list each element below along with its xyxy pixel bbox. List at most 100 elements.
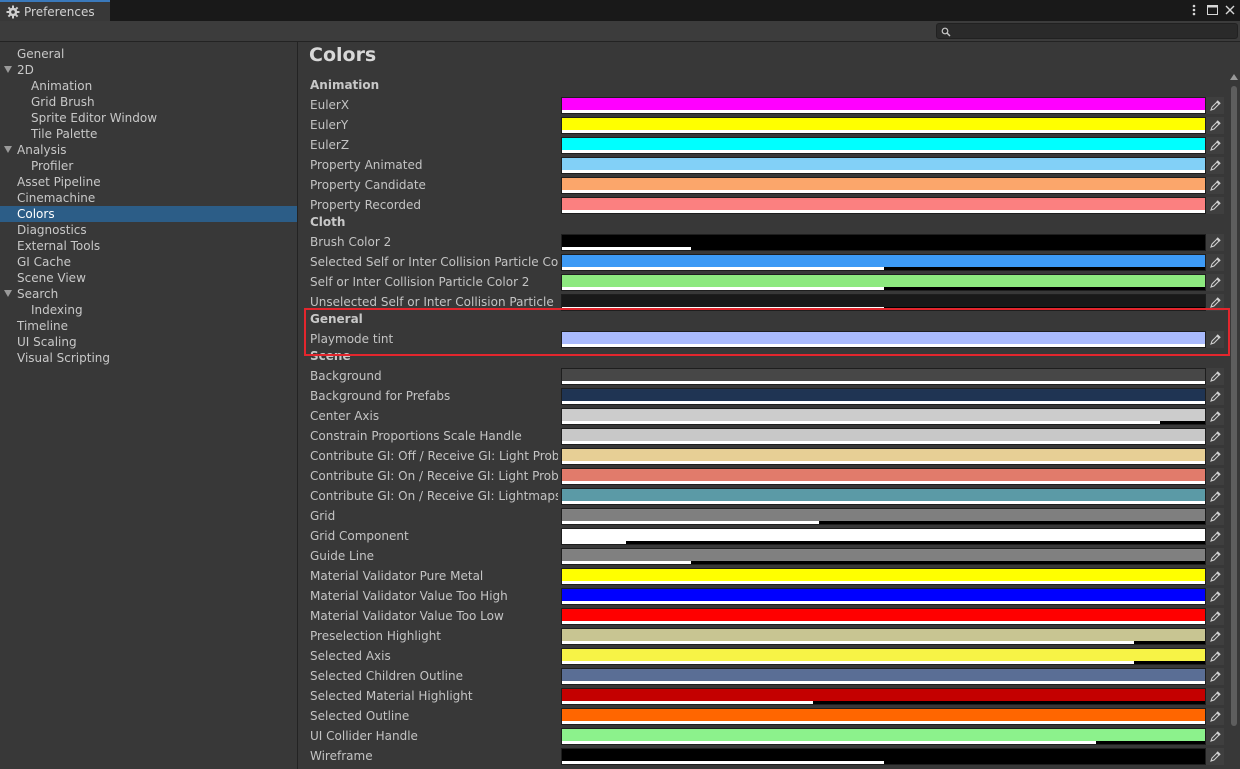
eyedropper-icon[interactable] xyxy=(1206,488,1224,505)
sidebar-item-colors[interactable]: Colors xyxy=(0,206,297,222)
color-field[interactable] xyxy=(561,197,1206,214)
color-field[interactable] xyxy=(561,428,1206,445)
eyedropper-icon[interactable] xyxy=(1206,528,1224,545)
sidebar-item-visual-scripting[interactable]: Visual Scripting xyxy=(0,350,297,366)
color-field[interactable] xyxy=(561,157,1206,174)
color-field[interactable] xyxy=(561,294,1206,311)
sidebar-item-timeline[interactable]: Timeline xyxy=(0,318,297,334)
sidebar-item-label: Scene View xyxy=(17,271,86,285)
color-setting-label: Property Animated xyxy=(310,158,423,172)
title-bar: Preferences xyxy=(0,0,1240,21)
sidebar-item-sprite-editor-window[interactable]: Sprite Editor Window xyxy=(0,110,297,126)
eyedropper-icon[interactable] xyxy=(1206,408,1224,425)
sidebar-item-analysis[interactable]: Analysis xyxy=(0,142,297,158)
eyedropper-icon[interactable] xyxy=(1206,688,1224,705)
sidebar-item-general[interactable]: General xyxy=(0,46,297,62)
eyedropper-icon[interactable] xyxy=(1206,294,1224,311)
color-field[interactable] xyxy=(561,748,1206,765)
color-field[interactable] xyxy=(561,588,1206,605)
sidebar-item-label: Profiler xyxy=(31,159,74,173)
sidebar-item-grid-brush[interactable]: Grid Brush xyxy=(0,94,297,110)
scrollbar-thumb[interactable] xyxy=(1231,86,1237,726)
color-field[interactable] xyxy=(561,137,1206,154)
eyedropper-icon[interactable] xyxy=(1206,388,1224,405)
color-field[interactable] xyxy=(561,177,1206,194)
sidebar-item-tile-palette[interactable]: Tile Palette xyxy=(0,126,297,142)
color-field[interactable] xyxy=(561,331,1206,348)
close-icon[interactable] xyxy=(1224,2,1236,18)
vertical-scrollbar[interactable] xyxy=(1229,72,1239,769)
scroll-up-arrow-icon[interactable] xyxy=(1230,74,1238,80)
eyedropper-icon[interactable] xyxy=(1206,588,1224,605)
color-field[interactable] xyxy=(561,548,1206,565)
eyedropper-icon[interactable] xyxy=(1206,254,1224,271)
sidebar-item-search[interactable]: Search xyxy=(0,286,297,302)
color-field[interactable] xyxy=(561,628,1206,645)
eyedropper-icon[interactable] xyxy=(1206,508,1224,525)
color-field[interactable] xyxy=(561,608,1206,625)
eyedropper-icon[interactable] xyxy=(1206,468,1224,485)
eyedropper-icon[interactable] xyxy=(1206,197,1224,214)
color-field[interactable] xyxy=(561,274,1206,291)
color-field[interactable] xyxy=(561,234,1206,251)
color-field[interactable] xyxy=(561,254,1206,271)
color-field[interactable] xyxy=(561,448,1206,465)
expand-arrow-icon[interactable] xyxy=(4,66,12,73)
expand-arrow-icon[interactable] xyxy=(4,290,12,297)
color-field[interactable] xyxy=(561,368,1206,385)
sidebar-item-diagnostics[interactable]: Diagnostics xyxy=(0,222,297,238)
sidebar-item-scene-view[interactable]: Scene View xyxy=(0,270,297,286)
maximize-icon[interactable] xyxy=(1206,2,1218,18)
eyedropper-icon[interactable] xyxy=(1206,748,1224,765)
more-options-icon[interactable] xyxy=(1188,2,1200,18)
eyedropper-icon[interactable] xyxy=(1206,708,1224,725)
eyedropper-icon[interactable] xyxy=(1206,608,1224,625)
eyedropper-icon[interactable] xyxy=(1206,137,1224,154)
sidebar-item-gi-cache[interactable]: GI Cache xyxy=(0,254,297,270)
eyedropper-icon[interactable] xyxy=(1206,274,1224,291)
color-swatch xyxy=(562,729,1205,741)
eyedropper-icon[interactable] xyxy=(1206,628,1224,645)
sidebar-item-external-tools[interactable]: External Tools xyxy=(0,238,297,254)
color-field[interactable] xyxy=(561,97,1206,114)
color-field[interactable] xyxy=(561,528,1206,545)
window-tab[interactable]: Preferences xyxy=(0,0,110,21)
eyedropper-icon[interactable] xyxy=(1206,368,1224,385)
color-field[interactable] xyxy=(561,688,1206,705)
sidebar-item-animation[interactable]: Animation xyxy=(0,78,297,94)
color-field[interactable] xyxy=(561,508,1206,525)
eyedropper-icon[interactable] xyxy=(1206,568,1224,585)
color-field[interactable] xyxy=(561,668,1206,685)
sidebar-item-profiler[interactable]: Profiler xyxy=(0,158,297,174)
eyedropper-icon[interactable] xyxy=(1206,234,1224,251)
sidebar-item-2d[interactable]: 2D xyxy=(0,62,297,78)
color-field[interactable] xyxy=(561,388,1206,405)
sidebar-item-cinemachine[interactable]: Cinemachine xyxy=(0,190,297,206)
eyedropper-icon[interactable] xyxy=(1206,157,1224,174)
search-input[interactable] xyxy=(953,24,1233,38)
sidebar-item-indexing[interactable]: Indexing xyxy=(0,302,297,318)
sidebar-item-asset-pipeline[interactable]: Asset Pipeline xyxy=(0,174,297,190)
color-field[interactable] xyxy=(561,468,1206,485)
eyedropper-icon[interactable] xyxy=(1206,448,1224,465)
color-field[interactable] xyxy=(561,117,1206,134)
color-setting-row: Grid Component xyxy=(299,528,1224,546)
search-box[interactable] xyxy=(936,23,1238,39)
color-field[interactable] xyxy=(561,408,1206,425)
eyedropper-icon[interactable] xyxy=(1206,548,1224,565)
eyedropper-icon[interactable] xyxy=(1206,428,1224,445)
eyedropper-icon[interactable] xyxy=(1206,668,1224,685)
color-field[interactable] xyxy=(561,488,1206,505)
color-field[interactable] xyxy=(561,568,1206,585)
eyedropper-icon[interactable] xyxy=(1206,97,1224,114)
eyedropper-icon[interactable] xyxy=(1206,117,1224,134)
eyedropper-icon[interactable] xyxy=(1206,331,1224,348)
sidebar-item-ui-scaling[interactable]: UI Scaling xyxy=(0,334,297,350)
eyedropper-icon[interactable] xyxy=(1206,648,1224,665)
color-field[interactable] xyxy=(561,648,1206,665)
eyedropper-icon[interactable] xyxy=(1206,177,1224,194)
eyedropper-icon[interactable] xyxy=(1206,728,1224,745)
expand-arrow-icon[interactable] xyxy=(4,146,12,153)
color-field[interactable] xyxy=(561,728,1206,745)
color-field[interactable] xyxy=(561,708,1206,725)
